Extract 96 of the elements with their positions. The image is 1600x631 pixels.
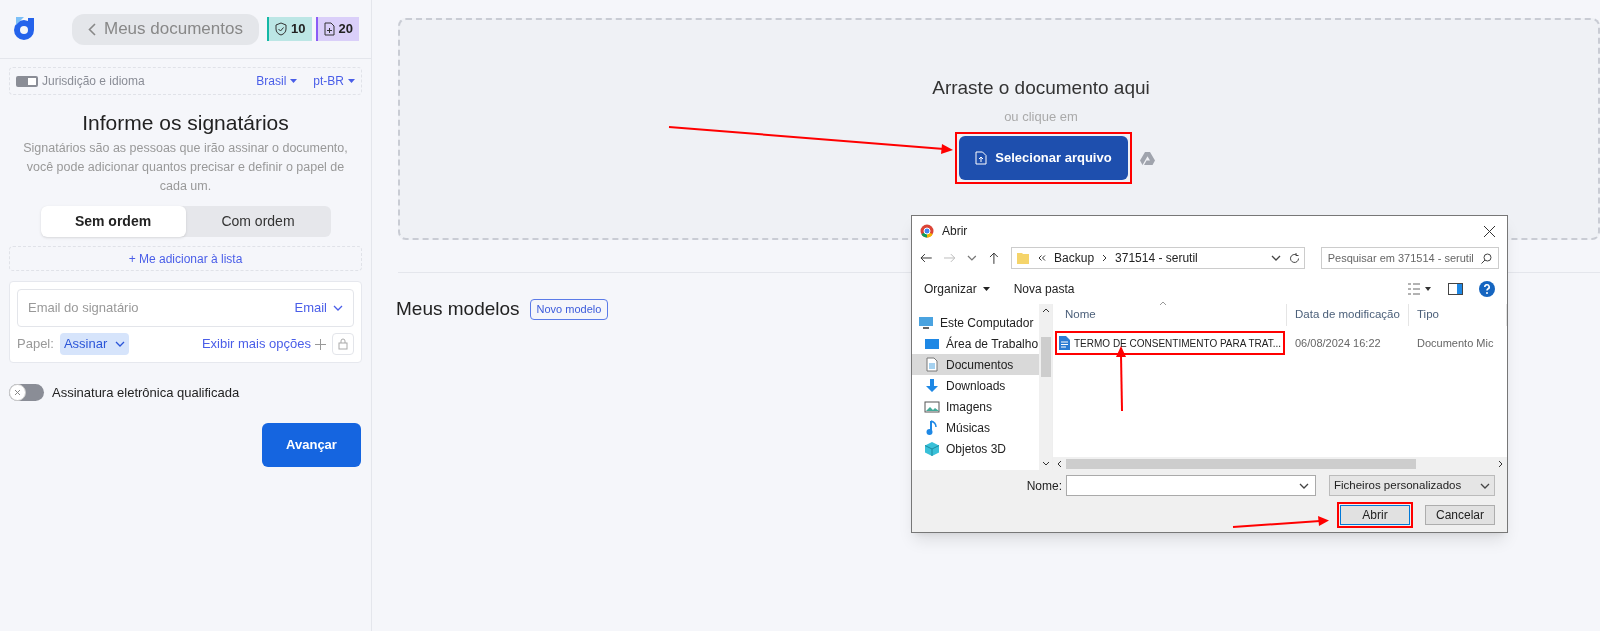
credit-badge: 10	[267, 17, 312, 41]
dialog-button[interactable]: Abrir	[1340, 505, 1410, 525]
scroll-thumb[interactable]	[1040, 337, 1051, 377]
folder-icon	[1016, 251, 1031, 265]
refresh-icon[interactable]	[1288, 252, 1300, 264]
column-header[interactable]: Tipo	[1409, 304, 1507, 326]
nav-item[interactable]: Downloads	[912, 375, 1039, 396]
file-date-cell-text: 06/08/2024 16:22	[1294, 335, 1382, 351]
path-segment[interactable]: 371514 - serutil	[1115, 249, 1198, 267]
file-name-field[interactable]	[1066, 475, 1316, 496]
view-options-icon[interactable]	[1408, 283, 1432, 295]
toolbar-button[interactable]: Nova pasta	[1013, 280, 1075, 298]
select-file-button[interactable]: Selecionar arquivo	[959, 136, 1128, 180]
nav-item[interactable]: Documentos	[912, 354, 1039, 375]
more-options-link[interactable]: Exibir mais opções	[201, 334, 326, 354]
file-name-cell[interactable]: TERMO DE CONSENTIMENTO PARA TRAT...	[1059, 333, 1282, 353]
preview-pane-icon[interactable]	[1448, 283, 1463, 295]
channel-select[interactable]: Email	[294, 298, 343, 318]
drop-zone-subtitle: ou clique em	[1004, 107, 1078, 126]
scroll-left-icon[interactable]	[1057, 459, 1062, 468]
scroll-right-icon[interactable]	[1498, 459, 1503, 468]
browser-logo-icon	[920, 224, 934, 238]
role-label: Papel:	[17, 335, 54, 354]
email-field[interactable]: Email do signatário Email	[17, 289, 354, 327]
translate-icon	[16, 75, 38, 87]
shield-icon	[275, 22, 288, 36]
add-me-link[interactable]: + Me adicionar à lista	[9, 246, 362, 271]
new-template-button[interactable]: Novo modelo	[529, 298, 609, 320]
templates-title: Meus modelos	[396, 297, 520, 321]
scroll-up-icon[interactable]	[1041, 308, 1050, 313]
word-document-icon	[1059, 336, 1070, 350]
path-segment[interactable]: Backup	[1054, 249, 1095, 267]
file-type-select[interactable]: Ficheiros personalizados	[1329, 475, 1495, 496]
download-icon	[925, 378, 939, 393]
chevron-down-icon	[1299, 482, 1309, 489]
music-note-icon	[926, 419, 938, 436]
plus-icon	[315, 338, 326, 350]
search-input[interactable]: Pesquisar em 371514 - serutil	[1327, 249, 1481, 267]
vertical-scrollbar[interactable]	[1039, 304, 1052, 470]
country-select[interactable]: Brasil	[256, 72, 298, 90]
nav-item[interactable]: Músicas	[912, 417, 1039, 438]
double-chevron-icon	[1038, 255, 1047, 261]
horizontal-scrollbar[interactable]	[1053, 457, 1507, 470]
caret-icon	[348, 79, 355, 83]
language-select[interactable]: pt-BR	[313, 72, 355, 90]
document-icon	[926, 357, 938, 372]
order-tab[interactable]: Com ordem	[185, 206, 331, 237]
sort-caret-icon	[1159, 301, 1167, 306]
file-name-label: Nome:	[1026, 477, 1062, 495]
section-description: Signatários são as pessoas que irão assinar o documento, você pode adicionar quantos precisar e definir o papel de cada um.	[22, 140, 349, 195]
credit-badge: 20	[315, 17, 359, 41]
cube-icon	[924, 440, 940, 457]
scroll-thumb[interactable]	[1066, 458, 1416, 469]
nav-item[interactable]: Este Computador	[912, 312, 1039, 333]
chevron-left-icon	[88, 22, 96, 36]
address-bar[interactable]: Backup 371514 - serutil	[1011, 247, 1305, 269]
caret-icon	[290, 79, 298, 83]
role-select[interactable]: Assinar	[59, 333, 130, 355]
close-icon[interactable]	[1484, 225, 1495, 237]
file-upload-icon	[975, 151, 988, 165]
next-button[interactable]: Avançar	[262, 422, 361, 467]
nav-item[interactable]: Imagens	[912, 396, 1039, 417]
address-dropdown-icon	[1270, 255, 1281, 261]
file-type-cell-text: Documento Mic	[1416, 335, 1495, 351]
scroll-down-icon[interactable]	[1041, 461, 1050, 466]
image-icon	[924, 400, 940, 413]
path-separator-icon	[1102, 254, 1108, 262]
column-header[interactable]: Nome	[1053, 304, 1287, 326]
search-field[interactable]: Pesquisar em 371514 - serutil	[1320, 247, 1499, 269]
lock-icon	[338, 338, 348, 350]
back-arrow-icon[interactable]	[920, 253, 932, 263]
monitor-icon	[918, 315, 934, 330]
document-icon	[323, 22, 335, 36]
toolbar-button[interactable]: Organizar	[924, 280, 990, 298]
qualified-signature-toggle[interactable]	[9, 384, 44, 402]
column-header[interactable]: Data de modificação	[1287, 304, 1409, 326]
caret-icon	[982, 287, 990, 291]
chevron-down-icon	[333, 305, 343, 311]
email-input[interactable]: Email do signatário	[28, 298, 295, 318]
dialog-title: Abrir	[942, 223, 968, 240]
chevron-down-icon	[1480, 482, 1490, 489]
help-icon[interactable]	[1479, 281, 1495, 297]
dialog-button[interactable]: Cancelar	[1425, 505, 1495, 525]
chevron-down-icon	[115, 341, 126, 347]
drop-zone-title: Arraste o documento aqui	[932, 76, 1150, 100]
history-caret-icon	[967, 255, 978, 261]
up-arrow-icon[interactable]	[989, 252, 1000, 264]
section-title: Informe os signatários	[81, 110, 290, 136]
desktop-icon	[924, 337, 940, 350]
cross-icon	[14, 389, 21, 397]
nav-item[interactable]: Área de Trabalho	[912, 333, 1039, 354]
jurisdiction-label: Jurisdição e idioma	[42, 73, 145, 90]
search-icon	[1481, 252, 1492, 264]
nav-item[interactable]: Objetos 3D	[912, 438, 1039, 459]
order-tab[interactable]: Sem ordem	[40, 206, 186, 237]
qualified-signature-label: Assinatura eletrônica qualificada	[52, 384, 240, 402]
